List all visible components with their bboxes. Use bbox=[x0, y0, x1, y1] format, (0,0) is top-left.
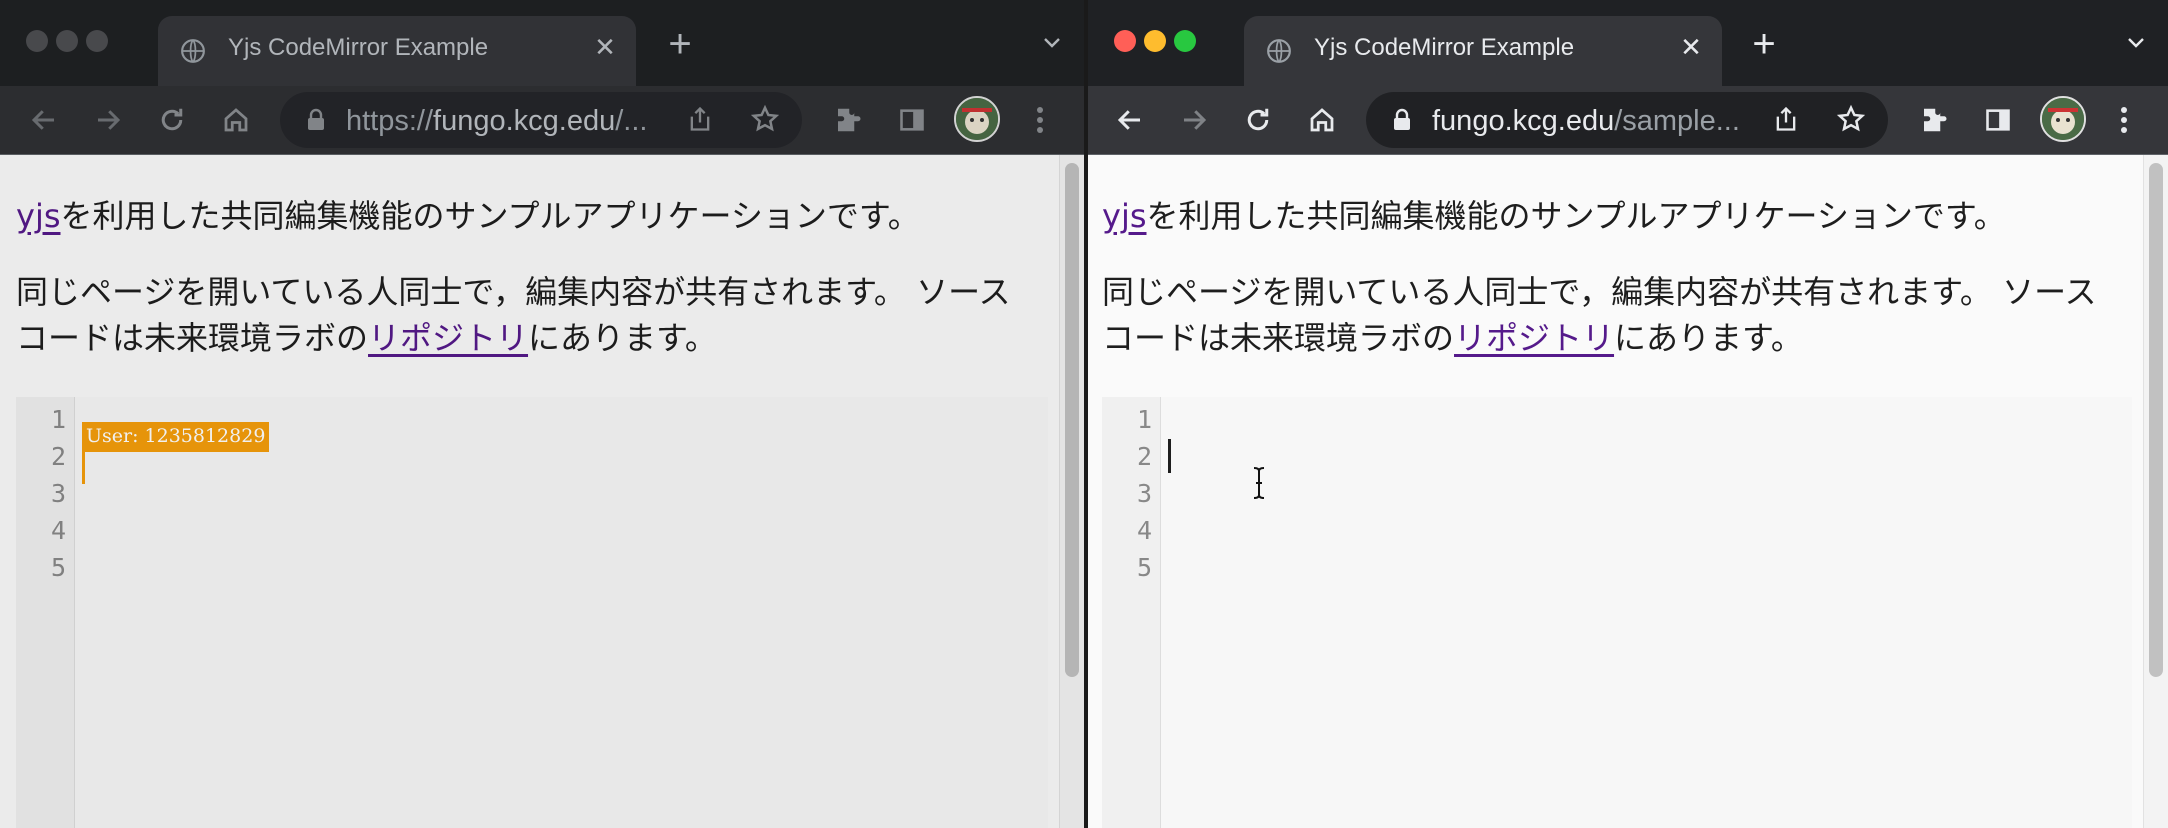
codemirror-editor[interactable]: 1 2 3 4 5 User: 1235812829 bbox=[16, 397, 1048, 828]
remote-user-label: User: 1235812829 bbox=[82, 422, 270, 452]
url-host: fungo.kcg.edu bbox=[433, 105, 616, 137]
minimize-window-button[interactable] bbox=[56, 30, 78, 52]
description-tail: にあります。 bbox=[1614, 319, 1803, 357]
back-button[interactable] bbox=[1110, 100, 1150, 140]
tab-yjs-codemirror[interactable]: Yjs CodeMirror Example ✕ bbox=[1244, 16, 1722, 86]
line-number-gutter: 1 2 3 4 5 bbox=[16, 397, 75, 828]
forward-button[interactable] bbox=[88, 100, 128, 140]
line-number: 3 bbox=[50, 479, 66, 508]
tab-yjs-codemirror[interactable]: Yjs CodeMirror Example ✕ bbox=[158, 16, 636, 86]
url-scheme: https:// bbox=[346, 105, 434, 137]
url-text: fungo.kcg.edu/sample... bbox=[1432, 105, 1762, 138]
reload-button[interactable] bbox=[152, 100, 192, 140]
more-menu-icon[interactable] bbox=[2104, 100, 2144, 140]
tab-close-button[interactable]: ✕ bbox=[1674, 30, 1708, 64]
bookmark-star-icon[interactable] bbox=[1836, 104, 1866, 139]
toolbar: fungo.kcg.edu/sample... bbox=[1088, 86, 2168, 155]
home-button[interactable] bbox=[1302, 100, 1342, 140]
ibeam-cursor-icon bbox=[1252, 466, 1266, 505]
url-text: https://fungo.kcg.edu/... bbox=[346, 105, 666, 138]
intro-text: を利用した共同編集機能のサンプルアプリケーションです。 bbox=[60, 197, 920, 235]
share-icon[interactable] bbox=[686, 104, 714, 139]
browser-window-right: Yjs CodeMirror Example ✕ + fungo.kcg.edu… bbox=[1088, 0, 2168, 828]
tab-close-button[interactable]: ✕ bbox=[588, 30, 622, 64]
extensions-icon[interactable] bbox=[828, 100, 868, 140]
text-cursor bbox=[1168, 439, 1171, 473]
chevron-down-icon[interactable] bbox=[2124, 30, 2148, 59]
new-tab-button[interactable]: + bbox=[1742, 22, 1786, 66]
line-number: 1 bbox=[50, 405, 66, 434]
yjs-link[interactable]: yjs bbox=[1102, 197, 1147, 235]
address-bar[interactable]: https://fungo.kcg.edu/... bbox=[280, 92, 802, 148]
side-panel-icon[interactable] bbox=[1978, 100, 2018, 140]
share-icon[interactable] bbox=[1772, 104, 1800, 139]
more-menu-icon[interactable] bbox=[1020, 100, 1060, 140]
line-number: 5 bbox=[50, 553, 66, 582]
tab-strip: Yjs CodeMirror Example ✕ + bbox=[1088, 0, 2168, 86]
intro-text: を利用した共同編集機能のサンプルアプリケーションです。 bbox=[1146, 197, 2006, 235]
zoom-window-button[interactable] bbox=[86, 30, 108, 52]
close-window-button[interactable] bbox=[1114, 30, 1136, 52]
tab-strip: Yjs CodeMirror Example ✕ + bbox=[0, 0, 1084, 86]
page-content: yjsを利用した共同編集機能のサンプルアプリケーションです。 同じページを開いて… bbox=[0, 155, 1084, 828]
line-number-gutter: 1 2 3 4 5 bbox=[1102, 397, 1161, 828]
line-number: 2 bbox=[1136, 442, 1152, 471]
bookmark-star-icon[interactable] bbox=[750, 104, 780, 139]
globe-icon bbox=[1266, 38, 1292, 69]
scrollbar[interactable] bbox=[2143, 155, 2168, 828]
forward-button[interactable] bbox=[1174, 100, 1214, 140]
address-bar[interactable]: fungo.kcg.edu/sample... bbox=[1366, 92, 1888, 148]
line-number: 1 bbox=[1136, 405, 1152, 434]
extensions-icon[interactable] bbox=[1914, 100, 1954, 140]
profile-avatar[interactable] bbox=[2040, 96, 2086, 142]
yjs-link[interactable]: yjs bbox=[16, 197, 61, 235]
remote-cursor bbox=[82, 450, 85, 484]
codemirror-editor[interactable]: 1 2 3 4 5 bbox=[1102, 397, 2132, 828]
scrollbar-thumb[interactable] bbox=[2149, 163, 2163, 677]
repository-link[interactable]: リポジトリ bbox=[1454, 319, 1614, 357]
chevron-down-icon[interactable] bbox=[1040, 30, 1064, 59]
intro-paragraph: yjsを利用した共同編集機能のサンプルアプリケーションです。 bbox=[1102, 193, 2006, 239]
intro-paragraph: yjsを利用した共同編集機能のサンプルアプリケーションです。 bbox=[16, 193, 920, 239]
scrollbar[interactable] bbox=[1059, 155, 1084, 828]
line-number: 3 bbox=[1136, 479, 1152, 508]
repository-link[interactable]: リポジトリ bbox=[368, 319, 528, 357]
lock-icon[interactable] bbox=[306, 108, 326, 137]
url-host: fungo.kcg.edu bbox=[1432, 105, 1615, 137]
side-panel-icon[interactable] bbox=[892, 100, 932, 140]
close-window-button[interactable] bbox=[26, 30, 48, 52]
line-number: 4 bbox=[50, 516, 66, 545]
line-number: 4 bbox=[1136, 516, 1152, 545]
reload-button[interactable] bbox=[1238, 100, 1278, 140]
zoom-window-button[interactable] bbox=[1174, 30, 1196, 52]
line-number: 5 bbox=[1136, 553, 1152, 582]
description-tail: にあります。 bbox=[528, 319, 717, 357]
description-paragraph: 同じページを開いている人同士で，編集内容が共有されます。 ソースコードは未来環境… bbox=[1102, 269, 2122, 361]
toolbar: https://fungo.kcg.edu/... bbox=[0, 86, 1084, 155]
minimize-window-button[interactable] bbox=[1144, 30, 1166, 52]
line-number: 2 bbox=[50, 442, 66, 471]
profile-avatar[interactable] bbox=[954, 96, 1000, 142]
tab-title: Yjs CodeMirror Example bbox=[1314, 34, 1575, 61]
globe-icon bbox=[180, 38, 206, 69]
home-button[interactable] bbox=[216, 100, 256, 140]
new-tab-button[interactable]: + bbox=[658, 22, 702, 66]
page-content: yjsを利用した共同編集機能のサンプルアプリケーションです。 同じページを開いて… bbox=[1088, 155, 2168, 828]
browser-window-left: Yjs CodeMirror Example ✕ + https://fungo… bbox=[0, 0, 1084, 828]
lock-icon[interactable] bbox=[1392, 108, 1412, 137]
description-paragraph: 同じページを開いている人同士で，編集内容が共有されます。 ソースコードは未来環境… bbox=[16, 269, 1036, 361]
back-button[interactable] bbox=[24, 100, 64, 140]
url-path: /sample... bbox=[1614, 105, 1740, 137]
scrollbar-thumb[interactable] bbox=[1065, 163, 1079, 677]
url-path: /... bbox=[615, 105, 648, 137]
tab-title: Yjs CodeMirror Example bbox=[228, 34, 489, 61]
